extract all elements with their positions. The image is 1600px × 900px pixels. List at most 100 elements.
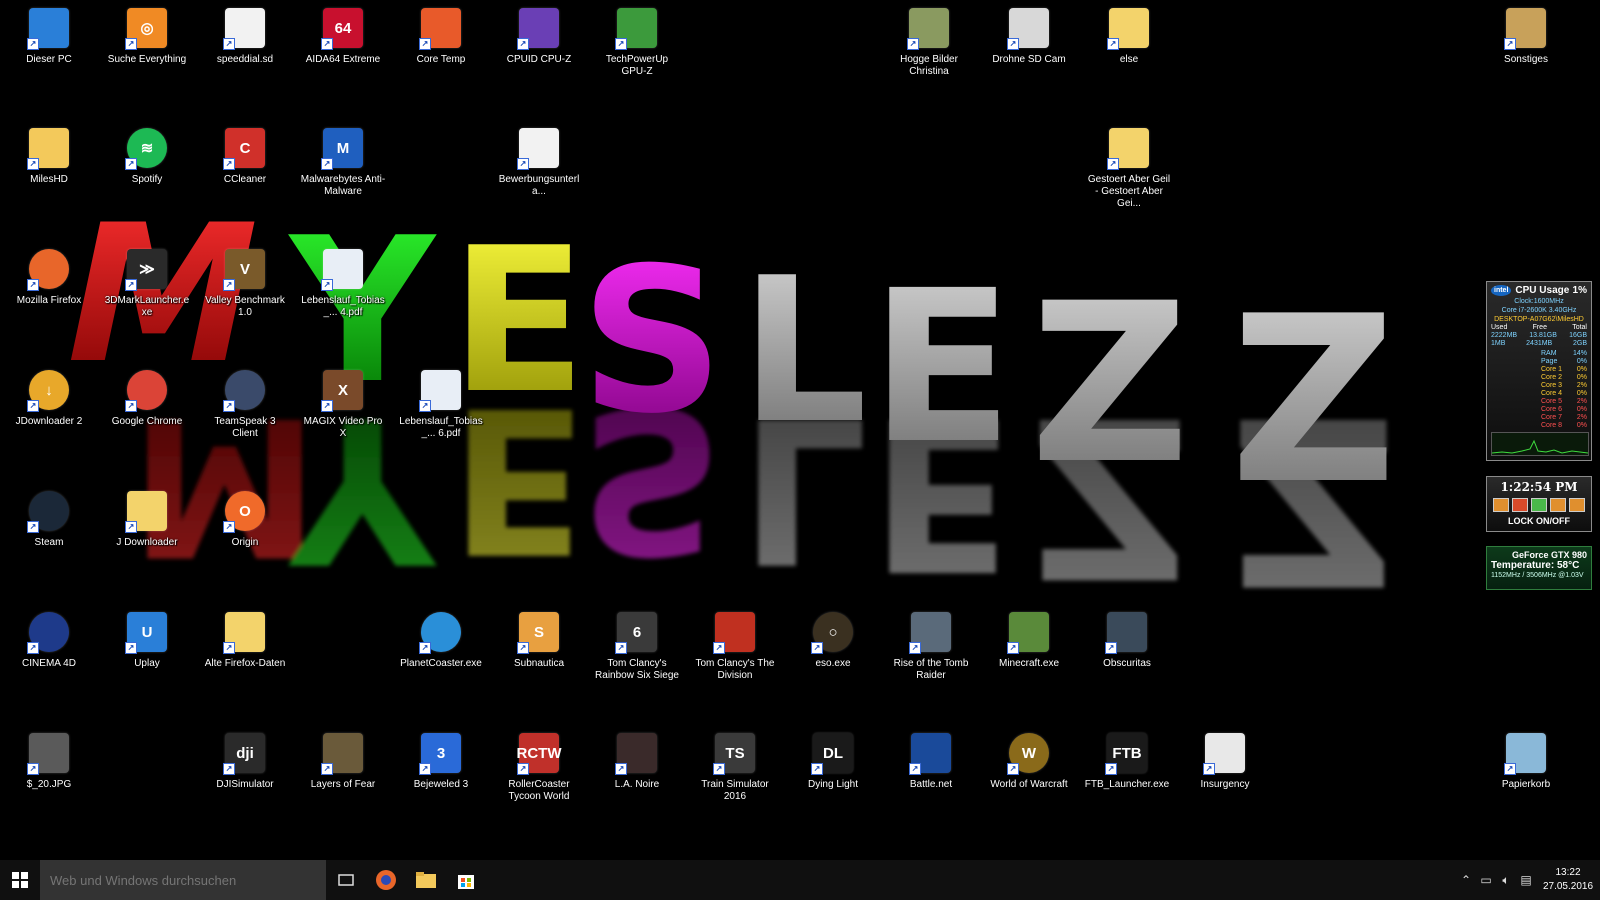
desktop-icon[interactable]: V ↗ Valley Benchmark 1.0 — [200, 245, 290, 319]
desktop-icon[interactable]: W ↗ World of Warcraft — [984, 729, 1074, 791]
desktop-icon[interactable]: ↗ L.A. Noire — [592, 729, 682, 791]
desktop-icon[interactable]: 64 ↗ AIDA64 Extreme — [298, 4, 388, 66]
desktop-icon[interactable]: ↗ Layers of Fear — [298, 729, 388, 791]
start-button[interactable] — [0, 860, 40, 900]
desktop-icon[interactable]: ○ ↗ eso.exe — [788, 608, 878, 670]
desktop-icon[interactable]: U ↗ Uplay — [102, 608, 192, 670]
desktop-icon[interactable]: S ↗ Subnautica — [494, 608, 584, 670]
shortcut-arrow-icon: ↗ — [419, 763, 431, 775]
desktop-icon[interactable]: ↗ Insurgency — [1180, 729, 1270, 791]
desktop-icon[interactable]: ↗ CINEMA 4D — [4, 608, 94, 670]
desktop-icon[interactable]: ↗ $_20.JPG — [4, 729, 94, 791]
desktop-icon[interactable]: ↗ Battle.net — [886, 729, 976, 791]
core-8: Core 8 0% — [1541, 422, 1587, 429]
desktop-icon[interactable]: 3 ↗ Bejeweled 3 — [396, 729, 486, 791]
shortcut-arrow-icon: ↗ — [125, 38, 137, 50]
gadget-power-button[interactable] — [1512, 498, 1528, 512]
desktop-icon-label: Rise of the Tomb Raider — [893, 658, 969, 681]
taskbar-firefox-button[interactable] — [366, 860, 406, 900]
clock-gadget[interactable]: 1:22:54 PM LOCK ON/OFF — [1486, 476, 1592, 532]
desktop-icon[interactable]: ↗ Hogge Bilder Christina — [884, 4, 974, 78]
desktop-icon[interactable]: X ↗ MAGIX Video Pro X — [298, 366, 388, 440]
cpu-host: DESKTOP-A07G62\MilesHD — [1494, 316, 1584, 323]
desktop-icon[interactable]: ↗ Drohne SD Cam — [984, 4, 1074, 66]
desktop-icon[interactable]: ↗ MilesHD — [4, 124, 94, 186]
desktop-icon-label: AIDA64 Extreme — [305, 54, 381, 65]
desktop-icon[interactable]: ↗ CPUID CPU-Z — [494, 4, 584, 66]
gpu-temp-gadget[interactable]: GeForce GTX 980 Temperature: 58°C 1152MH… — [1486, 546, 1592, 590]
desktop-icon[interactable]: ↗ Dieser PC — [4, 4, 94, 66]
tray-show-hidden-icon[interactable]: ⌃ — [1456, 860, 1476, 900]
desktop-icon[interactable]: RCTW ↗ RollerCoaster Tycoon World — [494, 729, 584, 803]
shortcut-arrow-icon: ↗ — [615, 763, 627, 775]
desktop-icon[interactable]: ↗ PlanetCoaster.exe — [396, 608, 486, 670]
desktop-icon[interactable]: ↗ Rise of the Tomb Raider — [886, 608, 976, 682]
desktop-icon[interactable]: O ↗ Origin — [200, 487, 290, 549]
shortcut-arrow-icon: ↗ — [907, 38, 919, 50]
desktop-icon[interactable]: ↗ Bewerbungsunterla... — [494, 124, 584, 198]
shortcut-arrow-icon: ↗ — [223, 763, 235, 775]
desktop-icon[interactable]: ≋ ↗ Spotify — [102, 124, 192, 186]
desktop-icon-label: Bewerbungsunterla... — [498, 174, 580, 197]
ftb-icon: FTB ↗ — [1105, 733, 1147, 775]
chrome-icon: ↗ — [125, 370, 167, 412]
desktop-icon[interactable]: ↓ ↗ JDownloader 2 — [4, 366, 94, 428]
search-input[interactable] — [40, 860, 326, 900]
core-7: Core 7 2% — [1541, 414, 1587, 421]
pdf-icon: ↗ — [321, 249, 363, 291]
desktop-icon-area: ↗ Dieser PC ◎ ↗ Suche Everything ↗ speeddial.s… — [0, 0, 1600, 860]
desktop-icon[interactable]: 6 ↗ Tom Clancy's Rainbow Six Siege — [592, 608, 682, 682]
battlenet-icon: ↗ — [909, 733, 951, 775]
desktop-icon[interactable]: ↗ Papierkorb — [1481, 729, 1571, 791]
desktop-icon[interactable]: ≫ ↗ 3DMarkLauncher.exe — [102, 245, 192, 319]
desktop-icon[interactable]: ↗ Google Chrome — [102, 366, 192, 428]
desktop-icon-label: TechPowerUp GPU-Z — [605, 54, 669, 77]
desktop-icon[interactable]: ↗ Gestoert Aber Geil - Gestoert Aber Gei.… — [1084, 124, 1174, 210]
cpu-usage-gadget[interactable]: intel CPU Usage 1% Clock:1600MHz Core i7… — [1486, 281, 1592, 461]
desktop-icon[interactable]: FTB ↗ FTB_Launcher.exe — [1082, 729, 1172, 791]
shortcut-arrow-icon: ↗ — [321, 763, 333, 775]
tray-action-center-icon[interactable]: ▤ — [1516, 860, 1536, 900]
desktop-icon-label: MAGIX Video Pro X — [303, 416, 383, 439]
desktop-icon-label: Battle.net — [909, 779, 953, 790]
desktop-icon[interactable]: ↗ Minecraft.exe — [984, 608, 1074, 670]
desktop-icon[interactable]: ↗ speeddial.sd — [200, 4, 290, 66]
gadget-lock-button[interactable] — [1569, 498, 1585, 512]
gadget-logoff-button[interactable] — [1550, 498, 1566, 512]
task-view-button[interactable] — [326, 860, 366, 900]
desktop-icon[interactable]: DL ↗ Dying Light — [788, 729, 878, 791]
gadget-lock-toggle[interactable]: LOCK ON/OFF — [1487, 516, 1591, 526]
desktop-icon[interactable]: TS ↗ Train Simulator 2016 — [690, 729, 780, 803]
desktop-icon[interactable]: ↗ Tom Clancy's The Division — [690, 608, 780, 682]
task-view-icon — [338, 874, 354, 886]
desktop-icon[interactable]: ◎ ↗ Suche Everything — [102, 4, 192, 66]
desktop-icon[interactable]: C ↗ CCleaner — [200, 124, 290, 186]
desktop-icon[interactable]: ↗ Obscuritas — [1082, 608, 1172, 670]
la-noire-icon: ↗ — [615, 733, 657, 775]
uplay-icon: U ↗ — [125, 612, 167, 654]
folder-icon: ↗ — [125, 491, 167, 533]
insurgency-icon: ↗ — [1203, 733, 1245, 775]
desktop-icon[interactable]: dji ↗ DJISimulator — [200, 729, 290, 791]
desktop-icon[interactable]: ↗ J Downloader — [102, 487, 192, 549]
gpu-temperature-row: Temperature: 58°C — [1487, 560, 1591, 571]
taskbar-clock[interactable]: 13:22 27.05.2016 — [1536, 866, 1600, 894]
desktop-icon[interactable]: ↗ Steam — [4, 487, 94, 549]
taskbar-store-button[interactable] — [446, 860, 486, 900]
desktop-icon[interactable]: ↗ Core Temp — [396, 4, 486, 66]
tray-network-icon[interactable]: ▭ — [1476, 860, 1496, 900]
taskbar-explorer-button[interactable] — [406, 860, 446, 900]
desktop-icon[interactable]: ↗ Lebenslauf_Tobias_... 4.pdf — [298, 245, 388, 319]
shortcut-arrow-icon: ↗ — [125, 521, 137, 533]
desktop-icon[interactable]: M ↗ Malwarebytes Anti-Malware — [298, 124, 388, 198]
desktop-icon[interactable]: ↗ Lebenslauf_Tobias_... 6.pdf — [396, 366, 486, 440]
desktop-icon[interactable]: ↗ Mozilla Firefox — [4, 245, 94, 307]
desktop-icon[interactable]: ↗ TechPowerUp GPU-Z — [592, 4, 682, 78]
desktop-icon[interactable]: ↗ else — [1084, 4, 1174, 66]
gadget-sleep-button[interactable] — [1493, 498, 1509, 512]
desktop-icon[interactable]: ↗ Alte Firefox-Daten — [200, 608, 290, 670]
desktop-icon[interactable]: ↗ TeamSpeak 3 Client — [200, 366, 290, 440]
desktop-icon[interactable]: ↗ Sonstiges — [1481, 4, 1571, 66]
gadget-restart-button[interactable] — [1531, 498, 1547, 512]
tray-volume-icon[interactable]: 🔈︎ — [1496, 860, 1516, 900]
